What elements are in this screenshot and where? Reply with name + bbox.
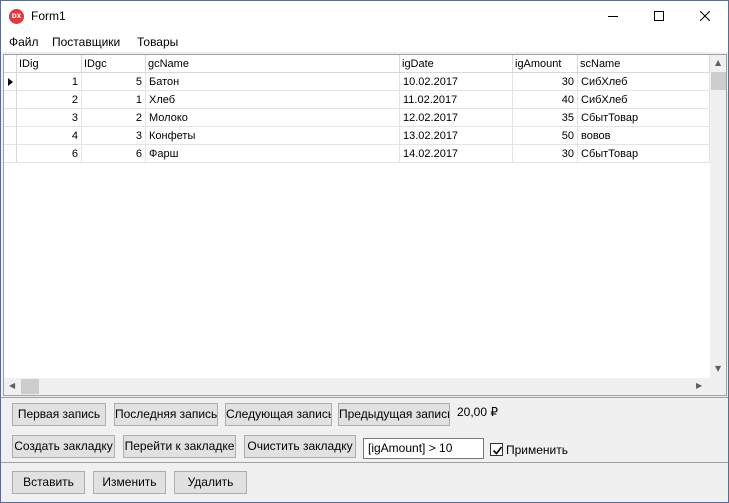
close-icon: [700, 11, 710, 21]
create-bookmark-button[interactable]: Создать закладку: [12, 435, 115, 458]
grid-header-gcname[interactable]: gcName: [146, 55, 400, 73]
apply-filter-checkbox[interactable]: [490, 443, 503, 456]
cell-igamount[interactable]: 50: [513, 127, 578, 145]
title-bar[interactable]: DX Form1: [1, 1, 728, 31]
scroll-down-icon[interactable]: ▼: [715, 364, 721, 373]
table-row[interactable]: 6 6 Фарш 14.02.2017 30 СбытТовар: [4, 145, 710, 163]
table-row[interactable]: 2 1 Хлеб 11.02.2017 40 СибХлеб: [4, 91, 710, 109]
cell-scname[interactable]: СибХлеб: [578, 73, 710, 91]
window-title: Form1: [31, 9, 66, 23]
grid-header-indicator: [4, 55, 17, 73]
cell-igdate[interactable]: 13.02.2017: [400, 127, 513, 145]
grid-header-igamount[interactable]: igAmount: [513, 55, 578, 73]
scroll-up-icon[interactable]: ▲: [715, 58, 721, 67]
delete-button[interactable]: Удалить: [174, 471, 247, 494]
cell-idig[interactable]: 6: [17, 145, 82, 163]
horizontal-scroll-thumb[interactable]: [21, 379, 39, 394]
data-grid[interactable]: IDig IDgc gcName igDate igAmount scName …: [3, 54, 727, 396]
cell-igdate[interactable]: 10.02.2017: [400, 73, 513, 91]
table-row[interactable]: 1 5 Батон 10.02.2017 30 СибХлеб: [4, 73, 710, 91]
row-indicator: [4, 127, 17, 145]
table-row[interactable]: 3 2 Молоко 12.02.2017 35 СбытТовар: [4, 109, 710, 127]
cell-gcname[interactable]: Фарш: [146, 145, 400, 163]
row-indicator: [4, 145, 17, 163]
menu-goods[interactable]: Товары: [137, 35, 178, 49]
cell-scname[interactable]: вовов: [578, 127, 710, 145]
cell-scname[interactable]: СбытТовар: [578, 109, 710, 127]
navigation-panel: Первая запись Последняя запись Следующая…: [1, 397, 728, 462]
goto-bookmark-button[interactable]: Перейти к закладке: [123, 435, 236, 458]
next-record-button[interactable]: Следующая запись: [225, 403, 332, 426]
maximize-button[interactable]: [636, 1, 682, 31]
cell-igdate[interactable]: 14.02.2017: [400, 145, 513, 163]
row-indicator: [4, 109, 17, 127]
cell-igamount[interactable]: 30: [513, 73, 578, 91]
grid-header-igdate[interactable]: igDate: [400, 55, 513, 73]
apply-filter-label[interactable]: Применить: [506, 443, 568, 457]
menu-suppliers[interactable]: Поставщики: [52, 35, 120, 49]
cell-idgc[interactable]: 3: [82, 127, 146, 145]
cell-gcname[interactable]: Конфеты: [146, 127, 400, 145]
cell-igamount[interactable]: 35: [513, 109, 578, 127]
close-button[interactable]: [682, 1, 728, 31]
cell-igamount[interactable]: 30: [513, 145, 578, 163]
price-value: 20,00 ₽: [457, 405, 498, 419]
grid-header-scname[interactable]: scName: [578, 55, 710, 73]
cell-igdate[interactable]: 12.02.2017: [400, 109, 513, 127]
vertical-scroll-thumb[interactable]: [711, 72, 726, 90]
cell-idig[interactable]: 3: [17, 109, 82, 127]
cell-idgc[interactable]: 5: [82, 73, 146, 91]
last-record-button[interactable]: Последняя запись: [114, 403, 218, 426]
scroll-right-icon[interactable]: ▶: [696, 381, 702, 390]
current-row-arrow-icon: [8, 78, 13, 86]
row-indicator: [4, 73, 17, 91]
actions-panel: Вставить Изменить Удалить: [1, 462, 728, 502]
row-indicator: [4, 91, 17, 109]
cell-idgc[interactable]: 6: [82, 145, 146, 163]
cell-idgc[interactable]: 2: [82, 109, 146, 127]
scrollbar-corner: [710, 378, 726, 395]
main-window: DX Form1 Файл Поставщики Товары IDig IDg…: [0, 0, 729, 503]
clear-bookmark-button[interactable]: Очистить закладку: [244, 435, 356, 458]
scroll-left-icon[interactable]: ◀: [9, 381, 15, 390]
cell-igdate[interactable]: 11.02.2017: [400, 91, 513, 109]
vertical-scrollbar[interactable]: ▲ ▼: [710, 55, 726, 378]
prev-record-button[interactable]: Предыдущая запись: [338, 403, 450, 426]
menu-file[interactable]: Файл: [9, 35, 39, 49]
cell-gcname[interactable]: Батон: [146, 73, 400, 91]
app-icon: DX: [9, 9, 24, 24]
cell-scname[interactable]: СибХлеб: [578, 91, 710, 109]
minimize-icon: [608, 16, 618, 17]
menu-bar: Файл Поставщики Товары: [1, 31, 728, 52]
grid-header-idig[interactable]: IDig: [17, 55, 82, 73]
maximize-icon: [654, 11, 664, 21]
cell-gcname[interactable]: Хлеб: [146, 91, 400, 109]
checkmark-icon: [492, 446, 503, 455]
cell-igamount[interactable]: 40: [513, 91, 578, 109]
first-record-button[interactable]: Первая запись: [12, 403, 106, 426]
cell-scname[interactable]: СбытТовар: [578, 145, 710, 163]
filter-input[interactable]: [igAmount] > 10: [363, 438, 484, 459]
table-row[interactable]: 4 3 Конфеты 13.02.2017 50 вовов: [4, 127, 710, 145]
cell-idgc[interactable]: 1: [82, 91, 146, 109]
horizontal-scrollbar[interactable]: ◀ ▶: [4, 378, 710, 395]
cell-idig[interactable]: 1: [17, 73, 82, 91]
insert-button[interactable]: Вставить: [12, 471, 85, 494]
cell-gcname[interactable]: Молоко: [146, 109, 400, 127]
cell-idig[interactable]: 2: [17, 91, 82, 109]
grid-header-idgc[interactable]: IDgc: [82, 55, 146, 73]
cell-idig[interactable]: 4: [17, 127, 82, 145]
edit-button[interactable]: Изменить: [93, 471, 166, 494]
minimize-button[interactable]: [590, 1, 636, 31]
